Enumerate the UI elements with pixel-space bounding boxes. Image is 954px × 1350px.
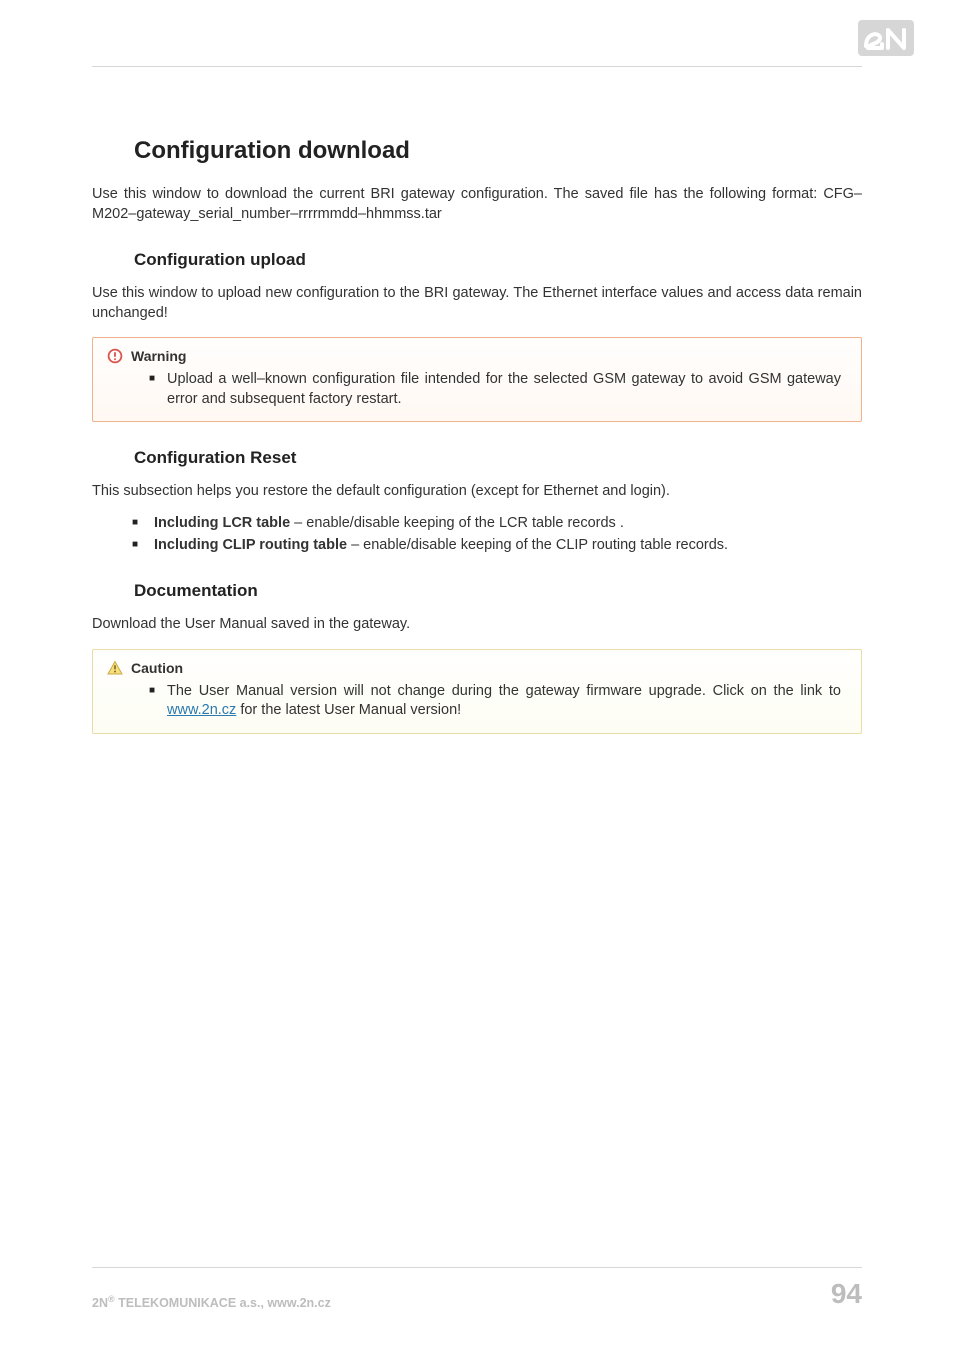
callout-caution-item: The User Manual version will not change … xyxy=(167,682,841,721)
paragraph-doc: Download the User Manual saved in the ga… xyxy=(92,615,862,635)
callout-warning: Warning Upload a well–known configuratio… xyxy=(92,337,862,422)
warning-icon xyxy=(107,348,123,364)
callout-caution-head: Caution xyxy=(107,660,847,676)
reset-list-item-lcr: Including LCR table – enable/disable kee… xyxy=(150,514,862,534)
reset-list-item-clip: Including CLIP routing table – enable/di… xyxy=(150,536,862,556)
callout-caution: Caution The User Manual version will not… xyxy=(92,649,862,734)
reset-list: Including LCR table – enable/disable kee… xyxy=(130,514,862,555)
callout-caution-title: Caution xyxy=(131,660,183,676)
paragraph-download: Use this window to download the current … xyxy=(92,185,862,224)
callout-warning-title: Warning xyxy=(131,348,186,364)
footer-page-number: 94 xyxy=(831,1278,862,1310)
content-area: Configuration download Use this window t… xyxy=(92,67,862,734)
footer-left: 2N® TELEKOMUNIKACE a.s., www.2n.cz xyxy=(92,1294,331,1310)
heading-config-upload: Configuration upload xyxy=(134,250,862,270)
callout-caution-list: The User Manual version will not change … xyxy=(107,682,847,721)
heading-config-reset: Configuration Reset xyxy=(134,448,862,468)
logo-2n-icon xyxy=(858,20,914,56)
footer-brand-pre: 2N xyxy=(92,1296,108,1310)
paragraph-upload: Use this window to upload new configurat… xyxy=(92,284,862,323)
callout-warning-list: Upload a well–known configuration file i… xyxy=(107,370,847,409)
caution-text-post: for the latest User Manual version! xyxy=(236,702,461,718)
footer-brand-sup: ® xyxy=(108,1294,115,1304)
page: Configuration download Use this window t… xyxy=(0,0,954,1350)
heading-documentation: Documentation xyxy=(134,581,862,601)
reset-item1-bold: Including LCR table xyxy=(154,515,290,531)
caution-link[interactable]: www.2n.cz xyxy=(167,702,236,718)
caution-text-pre: The User Manual version will not change … xyxy=(167,683,841,699)
callout-warning-head: Warning xyxy=(107,348,847,364)
page-footer: 2N® TELEKOMUNIKACE a.s., www.2n.cz 94 xyxy=(92,1267,862,1310)
brand-logo xyxy=(858,20,914,56)
callout-warning-item: Upload a well–known configuration file i… xyxy=(167,370,841,409)
heading-config-download: Configuration download xyxy=(134,137,862,165)
reset-item2-bold: Including CLIP routing table xyxy=(154,537,347,553)
reset-item1-rest: – enable/disable keeping of the LCR tabl… xyxy=(290,515,624,531)
reset-item2-rest: – enable/disable keeping of the CLIP rou… xyxy=(347,537,728,553)
paragraph-reset: This subsection helps you restore the de… xyxy=(92,482,862,502)
caution-icon xyxy=(107,660,123,676)
footer-brand-post: TELEKOMUNIKACE a.s., www.2n.cz xyxy=(115,1296,331,1310)
